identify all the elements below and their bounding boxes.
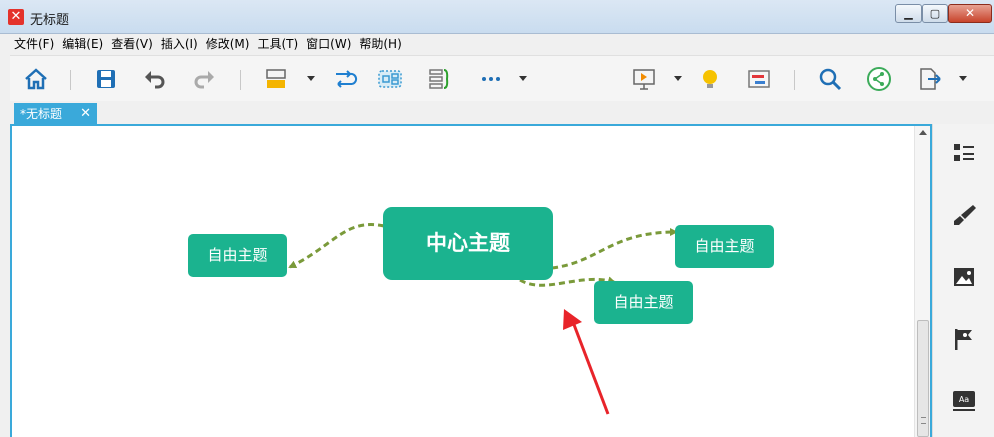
toolbar [10, 55, 994, 101]
tab-label: *无标题 [20, 107, 63, 121]
tab-close-icon[interactable]: ✕ [80, 103, 91, 125]
toolbar-separator [240, 70, 241, 90]
minimize-button[interactable]: ▁ [895, 4, 922, 23]
window-title: 无标题 [30, 13, 70, 28]
menu-edit[interactable]: 编辑(E) [58, 34, 107, 54]
save-icon[interactable] [92, 65, 120, 93]
title-bar: ✕ 无标题 ▁ ▢ ✕ [0, 0, 994, 34]
right-sidebar: Aa [932, 124, 994, 437]
presentation-dropdown[interactable] [674, 76, 682, 81]
presentation-icon[interactable] [630, 65, 658, 93]
floating-topic-left[interactable]: 自由主题 [188, 234, 287, 277]
close-button[interactable]: ✕ [948, 4, 992, 23]
more-dropdown[interactable] [519, 76, 527, 81]
vertical-scrollbar[interactable] [914, 126, 930, 437]
toolbar-separator [70, 70, 71, 90]
menu-window[interactable]: 窗口(W) [302, 34, 355, 54]
image-icon[interactable] [951, 264, 977, 290]
scroll-thumb[interactable] [917, 320, 929, 437]
redo-icon[interactable] [190, 65, 218, 93]
central-topic[interactable]: 中心主题 [383, 207, 553, 280]
tab-untitled[interactable]: *无标题 ✕ [14, 103, 97, 125]
summary-icon[interactable] [425, 65, 453, 93]
marker-flag-icon[interactable] [951, 326, 977, 352]
gantt-icon[interactable] [745, 65, 773, 93]
menu-bar: 文件(F) 编辑(E) 查看(V) 插入(I) 修改(M) 工具(T) 窗口(W) 帮助(H) [10, 34, 994, 54]
maximize-button[interactable]: ▢ [922, 4, 948, 23]
text-style-icon[interactable]: Aa [951, 388, 977, 414]
mindmap-canvas[interactable] [10, 124, 932, 437]
scroll-up-arrow-icon[interactable] [919, 130, 927, 135]
svg-text:Aa: Aa [959, 395, 969, 404]
document-tab-strip: *无标题 ✕ [10, 101, 994, 125]
relationship-icon[interactable] [330, 65, 358, 93]
app-logo-icon: ✕ [8, 9, 24, 25]
home-icon[interactable] [22, 65, 50, 93]
format-brush-icon[interactable] [951, 202, 977, 228]
idea-icon[interactable] [696, 65, 724, 93]
undo-icon[interactable] [141, 65, 169, 93]
export-dropdown[interactable] [959, 76, 967, 81]
menu-tools[interactable]: 工具(T) [253, 34, 302, 54]
floating-topic-right-top[interactable]: 自由主题 [675, 225, 774, 268]
outline-icon[interactable] [951, 140, 977, 166]
boundary-icon[interactable] [376, 65, 404, 93]
insert-topic-dropdown[interactable] [307, 76, 315, 81]
toolbar-separator [794, 70, 795, 90]
floating-topic-right-bottom[interactable]: 自由主题 [594, 281, 693, 324]
insert-topic-icon[interactable] [262, 65, 290, 93]
menu-file[interactable]: 文件(F) [10, 34, 58, 54]
menu-view[interactable]: 查看(V) [107, 34, 157, 54]
more-icon[interactable] [477, 65, 505, 93]
export-icon[interactable] [915, 65, 943, 93]
share-icon[interactable] [865, 65, 893, 93]
menu-help[interactable]: 帮助(H) [355, 34, 405, 54]
menu-modify[interactable]: 修改(M) [202, 34, 254, 54]
menu-insert[interactable]: 插入(I) [157, 34, 202, 54]
search-icon[interactable] [816, 65, 844, 93]
